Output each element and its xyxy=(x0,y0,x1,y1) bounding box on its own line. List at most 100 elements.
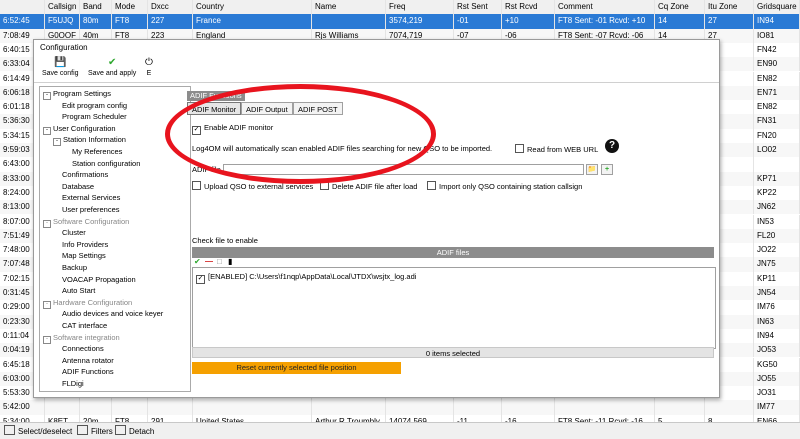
tree-item-label: Database xyxy=(62,181,95,191)
tree-item-label: VOACAP Propagation xyxy=(62,274,136,284)
tree-item[interactable]: Edit program config xyxy=(62,101,127,111)
table-cell: LO02 xyxy=(754,143,800,158)
table-cell: 5:34:00 xyxy=(0,414,45,422)
exit-button[interactable]: ⏻ E xyxy=(145,58,153,78)
tree-item-label: Software integration xyxy=(53,332,120,342)
configuration-dialog: Configuration 💾 Save config ✔ Save and a… xyxy=(33,39,720,398)
tree-item[interactable]: - Program Settings xyxy=(43,89,111,100)
tree-item[interactable]: My References xyxy=(72,147,122,157)
grid-column-header[interactable]: Band xyxy=(80,0,112,15)
tree-item[interactable]: Program Scheduler xyxy=(62,112,127,122)
grid-column-header[interactable]: Itu Zone xyxy=(705,0,754,15)
table-cell: KP22 xyxy=(754,185,800,201)
tree-item[interactable]: Audio devices and voice keyer xyxy=(62,309,163,319)
grid-column-header[interactable] xyxy=(0,0,45,15)
tree-collapse-icon[interactable]: - xyxy=(43,335,51,344)
add-file-button[interactable]: + xyxy=(601,164,613,175)
delete-adif-checkbox[interactable]: Delete ADIF file after load xyxy=(320,181,417,192)
table-row[interactable]: 6:52:45 F5UJQ 80m FT8 227 France 3574,219 -01 +1… xyxy=(0,14,800,29)
list-item[interactable]: ✓ [ENABLED] C:\Users\f1nqp\AppData\Local\… xyxy=(196,272,416,284)
tree-item[interactable]: Backup xyxy=(62,263,87,273)
check-file-label: Check file to enable xyxy=(192,236,258,245)
tree-item-label: Software Configuration xyxy=(53,216,130,226)
tree-collapse-icon[interactable]: - xyxy=(43,219,51,228)
copy-icon[interactable]: □ xyxy=(217,258,222,266)
tree-collapse-icon[interactable]: - xyxy=(43,92,51,100)
save-apply-button[interactable]: ✔ Save and apply xyxy=(88,57,136,78)
grid-column-header[interactable]: Comment xyxy=(555,0,655,15)
tree-collapse-icon[interactable]: - xyxy=(53,138,61,147)
grid-column-header[interactable]: Freq xyxy=(386,0,454,15)
tree-item-label: User preferences xyxy=(62,205,120,214)
checkmark-icon: ✔ xyxy=(107,57,117,68)
check-all-icon[interactable]: ✔ xyxy=(194,258,201,266)
grid-column-header[interactable]: Name xyxy=(312,0,386,15)
tree-item[interactable]: External Services xyxy=(62,193,120,203)
table-cell: JO53 xyxy=(754,343,800,358)
tree-item[interactable]: Database xyxy=(62,182,94,192)
table-cell: KP71 xyxy=(754,171,800,186)
tree-item[interactable]: FLDigi xyxy=(62,379,84,389)
tree-item[interactable]: User preferences xyxy=(62,205,120,215)
grid-column-header[interactable]: Country xyxy=(193,0,312,15)
red-annotation-ellipse xyxy=(165,84,436,184)
table-cell: FT8 xyxy=(112,414,148,422)
table-cell: 8 xyxy=(705,414,754,422)
tree-item[interactable]: Connections xyxy=(62,344,104,354)
table-cell: 6:52:45 xyxy=(0,14,45,29)
tree-item-label: CAT interface xyxy=(62,321,108,330)
grid-column-header[interactable]: Rst Rcvd xyxy=(502,0,555,15)
grid-column-header[interactable]: Callsign xyxy=(45,0,80,15)
grid-column-header[interactable]: Gridsquare xyxy=(754,0,800,15)
tree-item[interactable]: Auto Start xyxy=(62,286,95,296)
table-cell: 5:42:00 xyxy=(0,400,45,415)
table-cell: JN62 xyxy=(754,200,800,215)
tree-collapse-icon[interactable]: - xyxy=(43,300,51,309)
detach-button[interactable]: Detach xyxy=(115,425,154,437)
tree-item[interactable]: ADIF Functions xyxy=(62,367,114,377)
tree-item[interactable]: - Hardware Configuration xyxy=(43,298,132,309)
grid-column-header[interactable]: Dxcc xyxy=(148,0,193,15)
tree-item[interactable]: Station configuration xyxy=(72,159,140,169)
browse-folder-button[interactable]: 📁 xyxy=(586,164,598,175)
table-cell xyxy=(45,400,80,415)
import-only-station-checkbox[interactable]: Import only QSO containing station calls… xyxy=(427,181,582,192)
tree-collapse-icon[interactable]: - xyxy=(43,126,51,135)
remove-icon[interactable]: — xyxy=(205,258,213,266)
tree-item[interactable]: Cluster xyxy=(62,228,86,238)
tree-item[interactable]: Map Settings xyxy=(62,251,106,261)
grid-column-header[interactable]: Rst Sent xyxy=(454,0,502,15)
tree-item-label: External Services xyxy=(62,193,121,203)
tree-item[interactable]: Confirmations xyxy=(62,170,108,180)
tree-item[interactable]: - Station Information xyxy=(53,135,126,147)
reset-file-position-button[interactable]: Reset currently selected file position xyxy=(192,362,401,374)
table-cell: EN82 xyxy=(754,100,800,115)
tree-item[interactable]: - User Configuration xyxy=(43,124,116,135)
read-from-web-checkbox[interactable]: Read from WEB URL xyxy=(515,144,598,155)
tree-item[interactable]: Info Providers xyxy=(62,240,108,250)
table-cell: IO81 xyxy=(754,28,800,43)
tree-item[interactable]: - Software integration xyxy=(43,333,120,344)
select-deselect-button[interactable]: Select/deselect xyxy=(4,425,72,437)
table-cell: 291 xyxy=(148,414,193,422)
table-cell: FN42 xyxy=(754,42,800,58)
trash-icon[interactable]: ▮ xyxy=(228,258,232,266)
tree-item[interactable]: CAT interface xyxy=(62,321,107,331)
grid-column-header[interactable]: Cq Zone xyxy=(655,0,705,15)
table-cell xyxy=(705,400,754,415)
status-bar: Select/deselect Filters Detach xyxy=(0,422,800,439)
folder-icon: 📁 xyxy=(587,166,597,173)
table-cell xyxy=(312,14,386,29)
grid-column-header[interactable]: Mode xyxy=(112,0,148,15)
plus-icon: + xyxy=(604,166,610,173)
save-config-button[interactable]: 💾 Save config xyxy=(42,58,79,78)
table-row[interactable]: 5:42:00 IM77 xyxy=(0,400,800,415)
tree-item[interactable]: VOACAP Propagation xyxy=(62,275,136,285)
adif-files-list[interactable]: ✓ [ENABLED] C:\Users\f1nqp\AppData\Local\… xyxy=(192,267,716,349)
filters-button[interactable]: Filters xyxy=(77,425,113,437)
table-cell: IN94 xyxy=(754,328,800,344)
tree-item[interactable]: Antenna rotator xyxy=(62,356,114,366)
tree-item[interactable]: - Software Configuration xyxy=(43,217,129,228)
help-icon[interactable]: ? xyxy=(605,139,619,153)
table-row[interactable]: 5:34:00 K8ET 20m FT8 291 United States Arthur … xyxy=(0,414,800,422)
